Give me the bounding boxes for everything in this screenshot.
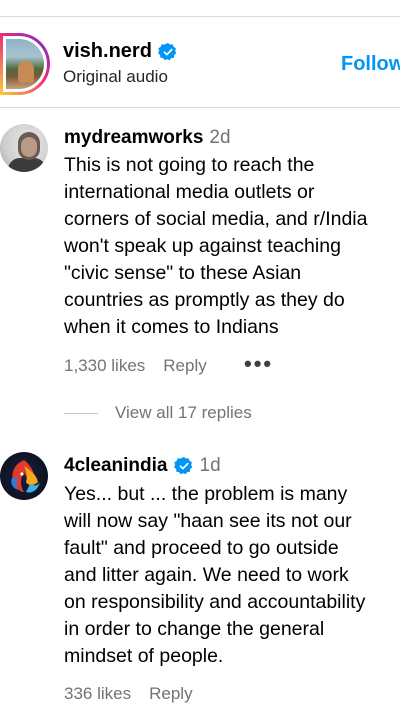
comment-line: on responsibility and accountability (64, 591, 366, 613)
follow-button[interactable]: Follow (341, 53, 400, 76)
comment-line: mindset of people. (64, 645, 224, 667)
comment-line: "civic sense" to these Asian (64, 262, 302, 284)
comment-line: corners of social media, and r/India (64, 208, 368, 230)
comment-header: mydreamworks 2d (64, 127, 231, 149)
reply-button[interactable]: Reply (149, 684, 192, 704)
comment-text: Yes... but ... the problem is many will … (64, 481, 394, 670)
likes-count[interactable]: 336 likes (64, 684, 131, 704)
reel-header: vish.nerd Original audio Follow (0, 17, 400, 107)
more-options-icon[interactable]: ••• (244, 351, 273, 377)
comment-age: 1d (199, 455, 221, 476)
comment-line: when it comes to Indians (64, 316, 279, 338)
verified-badge-icon (158, 42, 177, 60)
phoenix-logo-icon (11, 460, 40, 493)
header-divider (0, 107, 400, 108)
avatar[interactable] (0, 124, 48, 172)
comment-line: Yes... but ... the problem is many (64, 483, 348, 505)
audio-label[interactable]: Original audio (63, 67, 168, 87)
header-username[interactable]: vish.nerd (63, 40, 152, 63)
comment-line: countries as promptly as they do (64, 289, 345, 311)
avatar[interactable] (0, 452, 48, 500)
comment-line: won't speak up against teaching (64, 235, 341, 257)
comment-line: This is not going to reach the (64, 154, 315, 176)
comment-age: 2d (209, 127, 231, 148)
reply-button[interactable]: Reply (163, 356, 206, 376)
header-username-row[interactable]: vish.nerd (63, 40, 178, 63)
comment-line: international media outlets or (64, 181, 315, 203)
avatar[interactable] (3, 36, 47, 92)
verified-badge-icon (173, 457, 192, 475)
comment-actions: 1,330 likes Reply (64, 356, 207, 376)
replies-dash (64, 412, 98, 414)
comment-header: 4cleanindia 1d (64, 455, 221, 477)
comment-line: fault" and proceed to go outside (64, 537, 339, 559)
comment-line: in order to change the general (64, 618, 325, 640)
view-replies-button[interactable]: View all 17 replies (64, 403, 252, 423)
comment-line: and litter again. We need to work (64, 564, 349, 586)
story-ring[interactable] (0, 33, 50, 95)
comment-username[interactable]: 4cleanindia (64, 455, 168, 477)
comment-text: This is not going to reach the internati… (64, 152, 394, 341)
comment-actions: 336 likes Reply (64, 684, 193, 704)
likes-count[interactable]: 1,330 likes (64, 356, 145, 376)
comment-line: will now say "haan see its not our (64, 510, 352, 532)
comment-username[interactable]: mydreamworks (64, 127, 203, 149)
view-replies-label[interactable]: View all 17 replies (115, 403, 252, 423)
